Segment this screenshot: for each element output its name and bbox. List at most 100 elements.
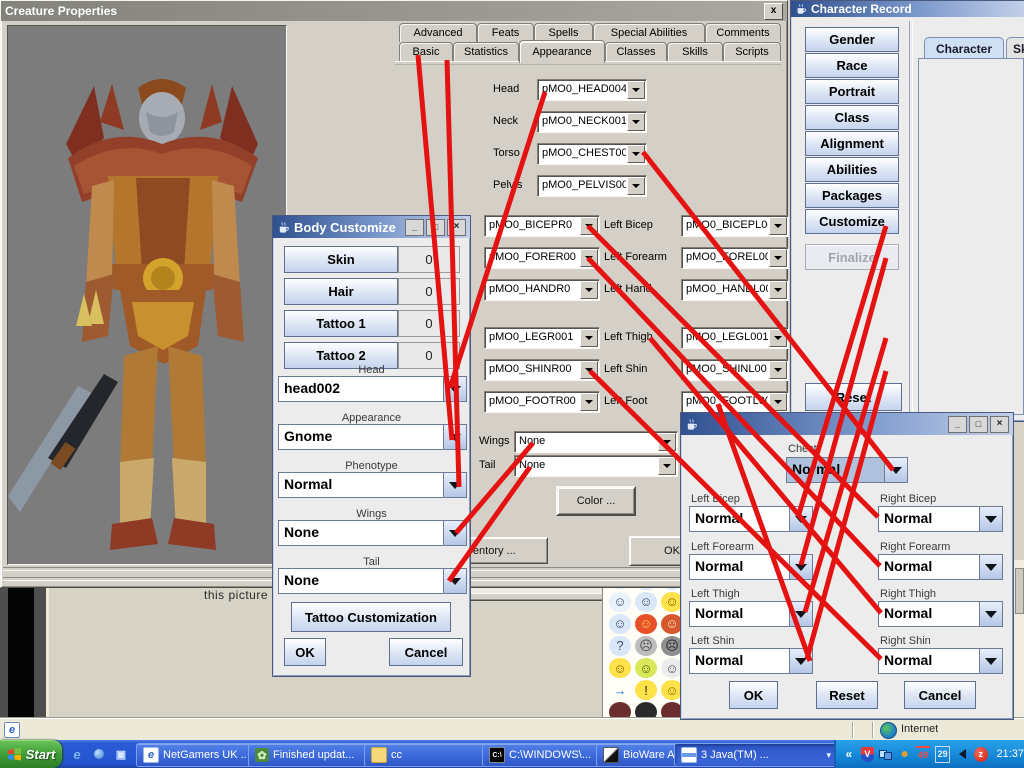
tab-appearance[interactable]: Appearance xyxy=(519,40,605,63)
dropdown-arrow-icon[interactable] xyxy=(443,425,466,449)
messenger-person-icon[interactable]: ☻ xyxy=(898,747,912,762)
dropdown-arrow-icon[interactable] xyxy=(979,602,1002,626)
creature-preview[interactable] xyxy=(7,25,287,565)
tab-basic[interactable]: Basic xyxy=(399,42,453,61)
dropdown-arrow-icon[interactable] xyxy=(789,602,812,626)
confused-emoticon[interactable]: ? xyxy=(609,636,631,656)
wings-select[interactable]: None xyxy=(278,520,467,546)
dropdown-arrow-icon[interactable] xyxy=(627,177,645,195)
dropdown-arrow-icon[interactable] xyxy=(443,521,466,545)
start-button[interactable]: Start xyxy=(0,740,62,768)
network-icon[interactable] xyxy=(879,747,893,762)
torso-model-select[interactable]: pMO0_CHEST00 xyxy=(537,143,647,165)
dropdown-arrow-icon[interactable] xyxy=(769,217,787,235)
tail-select[interactable]: None xyxy=(514,455,678,477)
tab-classes[interactable]: Classes xyxy=(605,42,667,61)
dropdown-arrow-icon[interactable] xyxy=(627,145,645,163)
close-icon[interactable]: x xyxy=(764,3,783,20)
right-forearm-select[interactable]: Normal xyxy=(878,554,1003,580)
tab-special-abilities[interactable]: Special Abilities xyxy=(593,23,705,42)
cancel-button[interactable]: Cancel xyxy=(389,638,463,666)
rolleyes-emoticon[interactable]: ☺ xyxy=(609,658,631,678)
taskbar-button-java-group[interactable]: 3 Java(TM) ... ▾ xyxy=(674,743,838,767)
tray-chevron-icon[interactable]: « xyxy=(842,747,856,762)
dropdown-arrow-icon[interactable] xyxy=(443,473,466,497)
pelvis-model-select[interactable]: pMO0_PELVIS00 xyxy=(537,175,647,197)
wings-select[interactable]: None xyxy=(514,431,678,453)
dropdown-arrow-icon[interactable] xyxy=(884,458,907,482)
dropdown-arrow-icon[interactable] xyxy=(789,649,812,673)
browser-scrollbar[interactable] xyxy=(1013,560,1024,718)
maximize-icon[interactable]: □ xyxy=(969,416,988,433)
alignment-button[interactable]: Alignment xyxy=(805,131,899,156)
creature-properties-titlebar[interactable]: Creature Properties x xyxy=(1,1,787,21)
right-shin-select[interactable]: Normal xyxy=(878,648,1003,674)
dropdown-arrow-icon[interactable] xyxy=(769,329,787,347)
sick-emoticon[interactable]: ☹ xyxy=(635,636,657,656)
dropdown-arrow-icon[interactable] xyxy=(769,281,787,299)
chest-select[interactable]: Normal xyxy=(786,457,908,483)
alert-icon[interactable]: z xyxy=(974,747,988,762)
dropdown-arrow-icon[interactable] xyxy=(979,649,1002,673)
dropdown-arrow-icon[interactable] xyxy=(580,217,598,235)
dropdown-arrow-icon[interactable] xyxy=(769,249,787,267)
tab-advanced[interactable]: Advanced xyxy=(399,23,477,42)
right-hand-model-select[interactable]: pMO0_HANDR0 xyxy=(484,279,600,301)
minimize-icon[interactable]: _ xyxy=(405,219,424,236)
arrow-emoticon[interactable]: → xyxy=(609,680,631,700)
left-forearm-model-select[interactable]: pMO0_FOREL00 xyxy=(681,247,789,269)
dropdown-arrow-icon[interactable] xyxy=(580,393,598,411)
hair-button[interactable]: Hair xyxy=(284,278,398,305)
right-bicep-select[interactable]: Normal xyxy=(878,506,1003,532)
dropdown-arrow-icon[interactable] xyxy=(789,507,812,531)
portrait-button[interactable]: Portrait xyxy=(805,79,899,104)
left-thigh-select[interactable]: Normal xyxy=(689,601,813,627)
group-expand-arrow-icon[interactable]: ▾ xyxy=(826,750,831,761)
race-button[interactable]: Race xyxy=(805,53,899,78)
dropdown-arrow-icon[interactable] xyxy=(979,555,1002,579)
abilities-button[interactable]: Abilities xyxy=(805,157,899,182)
dropdown-arrow-icon[interactable] xyxy=(580,281,598,299)
customize-button[interactable]: Customize xyxy=(805,209,899,234)
tab-scripts[interactable]: Scripts xyxy=(723,42,781,61)
right-shin-model-select[interactable]: pMO0_SHINR00 xyxy=(484,359,600,381)
left-shin-select[interactable]: Normal xyxy=(689,648,813,674)
dropdown-arrow-icon[interactable] xyxy=(658,433,676,451)
left-foot-model-select[interactable]: pMO0_FOOTL00 xyxy=(681,391,789,413)
flame-emoticon[interactable]: ☺ xyxy=(635,614,657,634)
green-grin-emoticon[interactable]: ☺ xyxy=(635,658,657,678)
tattoo1-button[interactable]: Tattoo 1 xyxy=(284,310,398,337)
antivirus-shield-icon[interactable]: V xyxy=(861,747,875,762)
dropdown-arrow-icon[interactable] xyxy=(769,361,787,379)
tab-skills-partial[interactable]: Sk xyxy=(1006,37,1024,60)
right-bicep-model-select[interactable]: pMO0_BICEPR0 xyxy=(484,215,600,237)
quick-launch-desktop-icon[interactable]: ▣ xyxy=(114,747,128,761)
character-record-titlebar[interactable]: Character Record xyxy=(791,1,1024,17)
tattoo-customization-button[interactable]: Tattoo Customization xyxy=(291,602,451,632)
reset-button[interactable]: Reset xyxy=(805,383,902,411)
dropdown-arrow-icon[interactable] xyxy=(979,507,1002,531)
gender-button[interactable]: Gender xyxy=(805,27,899,52)
dropdown-arrow-icon[interactable] xyxy=(769,393,787,411)
left-thigh-model-select[interactable]: pMO0_LEGL001 xyxy=(681,327,789,349)
head-select[interactable]: head002 xyxy=(278,376,467,402)
color-button[interactable]: Color ... xyxy=(556,486,636,516)
badge-49-icon[interactable]: 49 xyxy=(916,746,930,763)
left-bicep-model-select[interactable]: pMO0_BICEPL00 xyxy=(681,215,789,237)
head-model-select[interactable]: pMO0_HEAD004 xyxy=(537,79,647,101)
body-customize-titlebar[interactable]: Body Customize _ □ × xyxy=(273,216,470,238)
laugh-emoticon[interactable]: ☺ xyxy=(609,592,631,612)
scrollbar-thumb[interactable] xyxy=(1015,568,1024,614)
quick-launch-messenger-icon[interactable] xyxy=(92,747,106,761)
skin-button[interactable]: Skin xyxy=(284,246,398,273)
partial-2-emoticon[interactable] xyxy=(635,702,657,718)
taskbar-button-finished-updating[interactable]: ✿ Finished updat... xyxy=(248,743,370,767)
minimize-icon[interactable]: _ xyxy=(948,416,967,433)
grin-teeth-emoticon[interactable]: ☺ xyxy=(635,592,657,612)
reset-button[interactable]: Reset xyxy=(816,681,878,709)
body-parts-dialog-titlebar[interactable]: _ □ × xyxy=(681,413,1013,435)
dropdown-arrow-icon[interactable] xyxy=(627,81,645,99)
dropdown-arrow-icon[interactable] xyxy=(658,457,676,475)
taskbar-button-cc-folder[interactable]: cc xyxy=(364,743,490,767)
taskbar-button-netgamers[interactable]: e NetGamers UK ... xyxy=(136,743,254,767)
